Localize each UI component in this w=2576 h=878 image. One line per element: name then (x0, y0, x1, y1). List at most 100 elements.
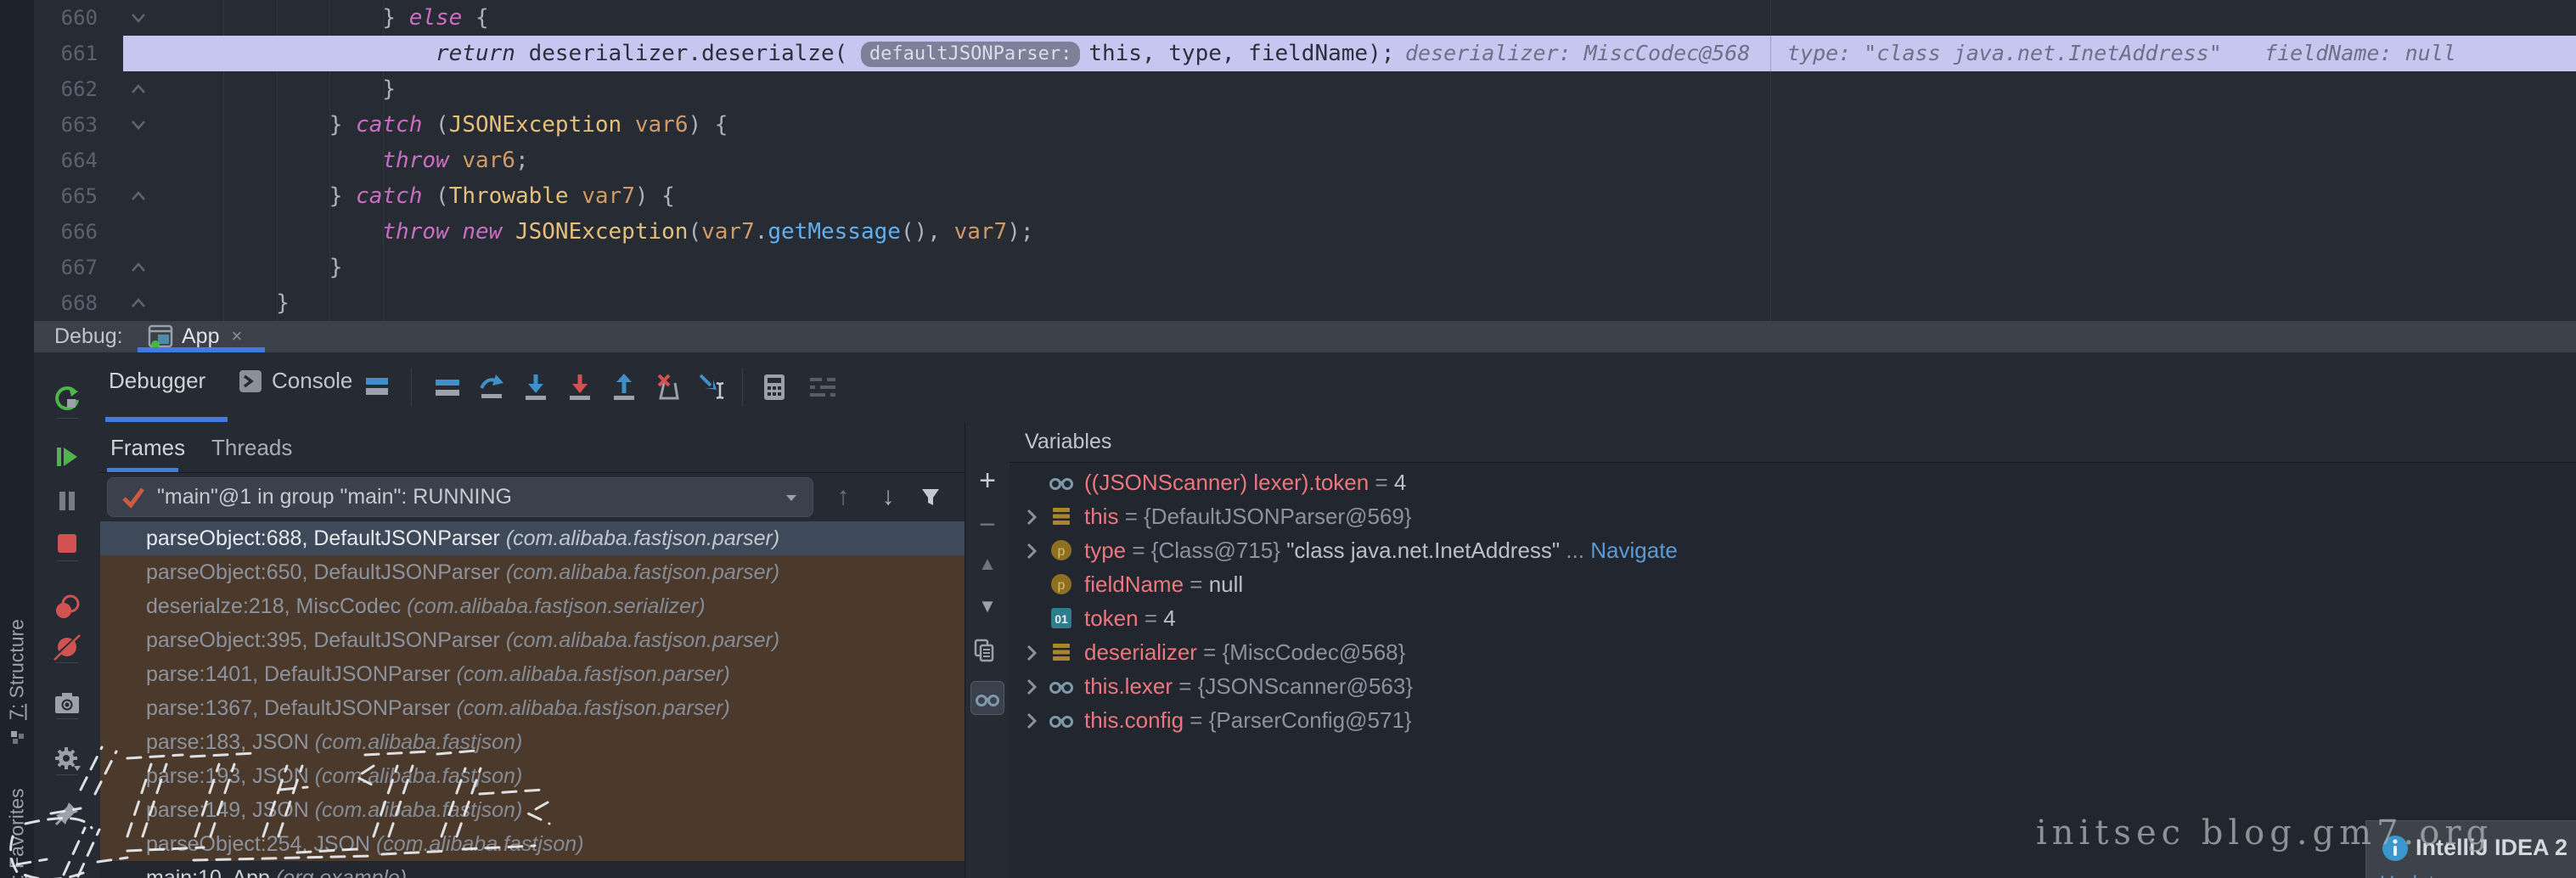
line-number[interactable]: 667 (34, 250, 98, 285)
resume-icon[interactable] (52, 442, 82, 472)
stack-frame-row[interactable]: parse:1367, DefaultJSONParser (com.aliba… (100, 691, 965, 725)
previous-frame-button[interactable]: ↑ (826, 480, 860, 514)
variable-row[interactable]: deserializer = {MiscCodec@568} (1010, 635, 2576, 669)
code-line-663[interactable]: 663} catch (JSONException var6) { (34, 107, 2576, 143)
tab-threads[interactable]: Threads (211, 435, 292, 461)
show-execution-point-icon[interactable] (431, 371, 464, 403)
line-number[interactable]: 665 (34, 178, 98, 214)
tab-debugger[interactable]: Debugger (109, 368, 205, 394)
stack-frame-row[interactable]: parseObject:395, DefaultJSONParser (com.… (100, 623, 965, 657)
code-line-668[interactable]: 668} (34, 285, 2576, 321)
stack-frame-row[interactable]: parseObject:650, DefaultJSONParser (com.… (100, 555, 965, 589)
line-number[interactable]: 660 (34, 0, 98, 36)
pin-icon[interactable] (52, 798, 82, 829)
stack-frame-row[interactable]: deserialze:218, MiscCodec (com.alibaba.f… (100, 589, 965, 623)
variable-row[interactable]: 01token = 4 (1010, 601, 2576, 635)
step-over-icon[interactable] (475, 371, 508, 403)
chevron-right-icon[interactable] (1021, 643, 1047, 661)
code-text: throw new JSONException(var7.getMessage(… (170, 214, 1034, 250)
line-number[interactable]: 663 (34, 107, 98, 143)
force-step-into-icon[interactable] (564, 371, 596, 403)
variable-name: this.config (1084, 707, 1184, 734)
run-to-cursor-icon[interactable] (696, 371, 728, 403)
code-line-666[interactable]: 666 throw new JSONException(var7.getMessa… (34, 214, 2576, 250)
variable-row[interactable]: ((JSONScanner) lexer).token = 4 (1010, 465, 2576, 499)
code-line-662[interactable]: 662} (34, 71, 2576, 107)
view-breakpoints-icon[interactable] (52, 593, 82, 623)
line-number[interactable]: 666 (34, 214, 98, 250)
line-number[interactable]: 661 (34, 36, 98, 71)
fold-up-icon[interactable] (129, 187, 158, 205)
code-line-661[interactable]: 661deserializer: MiscCodec@568type: "cla… (34, 36, 2576, 71)
chevron-right-icon[interactable] (1021, 507, 1047, 526)
pause-icon[interactable] (52, 486, 82, 516)
debugger-action-column (34, 352, 101, 878)
thread-dropdown[interactable]: "main"@1 in group "main": RUNNING (107, 477, 813, 517)
fold-down-icon[interactable] (129, 8, 158, 27)
step-out-icon[interactable] (608, 371, 640, 403)
layout-icon[interactable] (362, 371, 394, 403)
variable-row[interactable]: this.lexer = {JSONScanner@563} (1010, 669, 2576, 703)
stack-frame-row[interactable]: parse:193, JSON (com.alibaba.fastjson) (100, 759, 965, 793)
code-editor[interactable]: 660} else {661deserializer: MiscCodec@56… (34, 0, 2576, 322)
variable-name: deserializer (1084, 639, 1197, 666)
variable-row[interactable]: ptype = {Class@715} "class java.net.Inet… (1010, 533, 2576, 567)
code-line-667[interactable]: 667} (34, 250, 2576, 285)
filter-frames-button[interactable] (914, 480, 948, 514)
line-number[interactable]: 662 (34, 71, 98, 107)
fold-up-icon[interactable] (129, 294, 158, 312)
fold-up-icon[interactable] (129, 258, 158, 277)
variable-value: {DefaultJSONParser@569} (1144, 504, 1411, 530)
chevron-right-icon[interactable] (1021, 677, 1047, 695)
tab-console[interactable]: Console (238, 368, 352, 394)
watermark-text: initsec blog.gm7.org (2036, 813, 2493, 853)
chevron-right-icon[interactable] (1021, 541, 1047, 560)
evaluate-expression-icon[interactable] (758, 371, 790, 403)
trace-settings-icon[interactable] (807, 371, 839, 403)
stack-frame-row[interactable]: main:10, App (org.example) (100, 861, 965, 878)
fold-up-icon[interactable] (129, 80, 158, 98)
variable-row[interactable]: pfieldName = null (1010, 567, 2576, 601)
next-frame-button[interactable]: ↓ (871, 480, 905, 514)
stack-frame-row[interactable]: parse:183, JSON (com.alibaba.fastjson) (100, 725, 965, 759)
stop-icon[interactable] (52, 528, 82, 559)
drop-frame-icon[interactable] (652, 371, 684, 403)
code-line-660[interactable]: 660} else { (34, 0, 2576, 36)
variable-value: {JSONScanner@563} (1198, 673, 1413, 700)
navigate-link[interactable]: Navigate (1590, 537, 1678, 564)
settings-gear-icon[interactable] (52, 744, 82, 774)
code-line-664[interactable]: 664throw var6; (34, 143, 2576, 178)
frame-location: parse:1401, DefaultJSONParser (146, 662, 456, 686)
fold-down-icon[interactable] (129, 115, 158, 134)
copy-icon[interactable] (970, 633, 1004, 671)
code-line-665[interactable]: 665} catch (Throwable var7) { (34, 178, 2576, 214)
remove-watch-icon[interactable]: − (970, 508, 1004, 542)
close-icon[interactable]: × (231, 325, 242, 347)
stack-frame-row[interactable]: parseObject:688, DefaultJSONParser (com.… (100, 521, 965, 555)
step-into-icon[interactable] (520, 371, 552, 403)
add-watch-icon[interactable]: + (970, 464, 1004, 498)
line-number[interactable]: 668 (34, 285, 98, 321)
show-watches-icon[interactable] (970, 681, 1004, 715)
frame-package: (org.example) (276, 866, 407, 878)
variable-row[interactable]: this = {DefaultJSONParser@569} (1010, 499, 2576, 533)
frame-location: parseObject:650, DefaultJSONParser (146, 560, 506, 584)
chevron-right-icon[interactable] (1021, 711, 1047, 729)
tab-frames[interactable]: Frames (110, 435, 185, 461)
sidebar-item-favorites[interactable]: 2: Favorites (6, 787, 29, 878)
move-up-icon[interactable]: ▲ (970, 547, 1004, 581)
rerun-icon[interactable] (52, 384, 82, 414)
variable-row[interactable]: this.config = {ParserConfig@571} (1010, 703, 2576, 737)
notification-update-link[interactable]: Updat (2380, 872, 2434, 878)
thread-dump-camera-icon[interactable] (52, 688, 82, 718)
frame-package: (com.alibaba.fastjson.parser) (456, 696, 729, 720)
move-down-icon[interactable]: ▼ (970, 589, 1004, 623)
stack-frame-row[interactable]: parse:149, JSON (com.alibaba.fastjson) (100, 793, 965, 827)
sidebar-item-structure[interactable]: 7: Structure (6, 617, 29, 723)
stack-frame-row[interactable]: parseObject:254, JSON (com.alibaba.fastj… (100, 827, 965, 861)
line-number[interactable]: 664 (34, 143, 98, 178)
frame-package: (com.alibaba.fastjson) (315, 730, 523, 754)
stack-frame-row[interactable]: parse:1401, DefaultJSONParser (com.aliba… (100, 657, 965, 691)
mute-breakpoints-icon[interactable] (52, 632, 82, 662)
variables-header: Variables (1010, 423, 2576, 463)
